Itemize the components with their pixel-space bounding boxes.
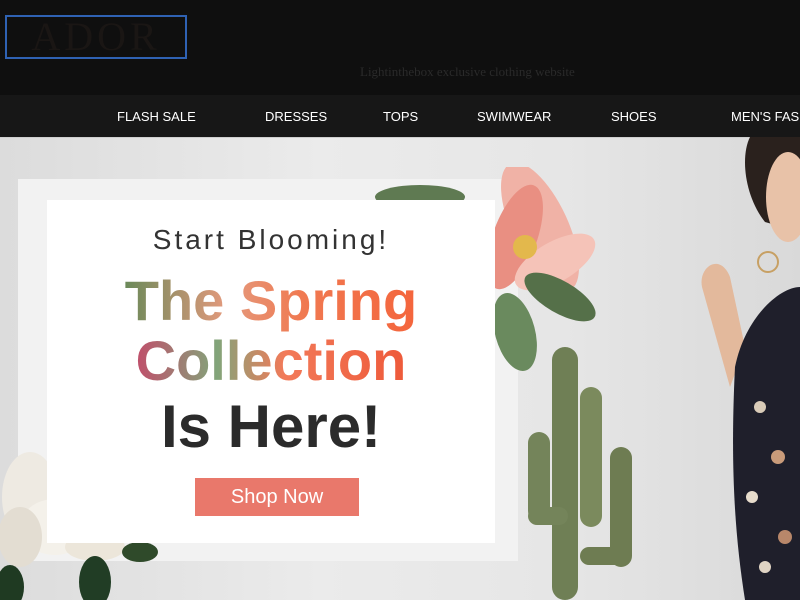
promo-kicker: Start Blooming! [152, 224, 390, 255]
promo-headline-line3: Is Here! [160, 393, 382, 460]
logo[interactable]: ADOR [5, 15, 187, 59]
cactus-decoration [528, 347, 632, 600]
nav-item-shoes[interactable]: SHOES [611, 109, 657, 124]
promo-headline-line2-text: Collection [135, 329, 407, 392]
site-header: ADOR Lightinthebox exclusive clothing we… [0, 0, 800, 95]
model-photo [701, 137, 800, 600]
nav-item-swimwear[interactable]: SWIMWEAR [477, 109, 551, 124]
tagline: Lightinthebox exclusive clothing website [360, 64, 575, 79]
nav-item-mens-fashion[interactable]: MEN'S FASHION [731, 109, 800, 124]
promo-card: Start Blooming! The Spring Collection Is… [47, 200, 495, 543]
promo-headline-line2: Collection [47, 330, 495, 392]
logo-text: ADOR [31, 14, 161, 59]
nav-item-dresses[interactable]: DRESSES [265, 109, 327, 124]
promo-headline-line1: The Spring [47, 270, 495, 332]
main-nav: FLASH SALE DRESSES TOPS SWIMWEAR SHOES M… [0, 95, 800, 137]
shop-now-button[interactable]: Shop Now [195, 478, 359, 516]
wall-line [0, 137, 800, 138]
nav-item-flash-sale[interactable]: FLASH SALE [117, 109, 196, 124]
promo-headline-line1-text: The Spring [124, 269, 418, 332]
hero-banner[interactable]: Start Blooming! The Spring Collection Is… [0, 137, 800, 600]
nav-item-tops[interactable]: TOPS [383, 109, 418, 124]
